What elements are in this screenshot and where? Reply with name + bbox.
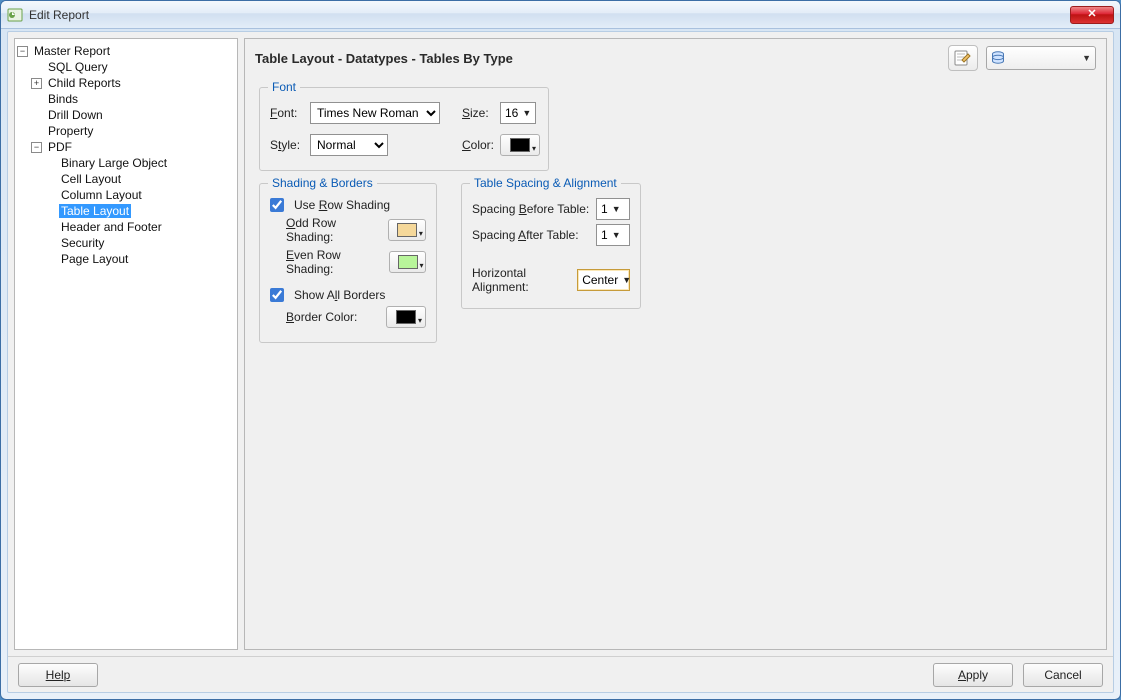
tree-item-cell-layout[interactable]: Cell Layout <box>17 171 235 187</box>
chevron-down-icon: ▾ <box>532 144 536 153</box>
apply-label: Apply <box>958 668 988 682</box>
tree-item-header-and-footer[interactable]: Header and Footer <box>17 219 235 235</box>
show-all-borders-label: Show All Borders <box>294 288 385 302</box>
style-select[interactable]: Normal <box>310 134 388 156</box>
group-legend: Font <box>268 80 300 94</box>
collapse-icon[interactable]: − <box>17 46 28 57</box>
size-value: 16 <box>505 106 518 120</box>
help-button[interactable]: Help <box>18 663 98 687</box>
tree-item-column-layout[interactable]: Column Layout <box>17 187 235 203</box>
spacing-after-label: Spacing After Table: <box>472 228 579 242</box>
right-pane-body: Font Font: Times New Roman <box>245 87 1106 349</box>
group-legend: Shading & Borders <box>268 176 377 190</box>
tree-label: Child Reports <box>46 76 123 90</box>
page-title: Table Layout - Datatypes - Tables By Typ… <box>255 51 940 66</box>
size-label: Size: <box>462 106 494 120</box>
tree-label: Binary Large Object <box>59 156 169 170</box>
window-title: Edit Report <box>29 8 1070 22</box>
horizontal-alignment-select[interactable]: Center ▼ <box>577 269 630 291</box>
client-area: − Master Report SQL Query <box>7 31 1114 693</box>
tree-label: PDF <box>46 140 74 154</box>
tree-item-page-layout[interactable]: Page Layout <box>17 251 235 267</box>
horizontal-alignment-label: Horizontal Alignment: <box>472 266 571 294</box>
connection-combo[interactable]: ▼ <box>986 46 1096 70</box>
spacing-after-select[interactable]: 1 ▼ <box>596 224 630 246</box>
window: Edit Report ✕ − Master Report <box>0 0 1121 700</box>
odd-row-shading-label: Odd Row Shading: <box>286 216 382 244</box>
tree-item-sql-query[interactable]: SQL Query <box>17 59 235 75</box>
right-pane-header: Table Layout - Datatypes - Tables By Typ… <box>245 39 1106 81</box>
tree-item-security[interactable]: Security <box>17 235 235 251</box>
odd-row-shading-button[interactable]: ▾ <box>388 219 426 241</box>
tree-pane: − Master Report SQL Query <box>14 38 238 650</box>
shading-borders-group: Shading & Borders Use Row Shading Odd Ro… <box>259 183 437 343</box>
chevron-down-icon: ▼ <box>612 204 621 214</box>
titlebar: Edit Report ✕ <box>1 1 1120 29</box>
group-legend: Table Spacing & Alignment <box>470 176 621 190</box>
horizontal-alignment-value: Center <box>582 273 618 287</box>
tree-item-table-layout[interactable]: Table Layout <box>17 203 235 219</box>
font-color-button[interactable]: ▾ <box>500 134 540 156</box>
font-group: Font Font: Times New Roman <box>259 87 549 171</box>
chevron-down-icon: ▼ <box>612 230 621 240</box>
tree-label: Cell Layout <box>59 172 123 186</box>
tree-item-binary-large-object[interactable]: Binary Large Object <box>17 155 235 171</box>
help-label: Help <box>46 668 71 682</box>
spacing-before-label: Spacing Before Table: <box>472 202 589 216</box>
chevron-down-icon: ▼ <box>522 108 531 118</box>
tree-item-binds[interactable]: Binds <box>17 91 235 107</box>
tree-item-property[interactable]: Property <box>17 123 235 139</box>
sheet-pencil-icon <box>954 50 972 66</box>
tree-label: Master Report <box>32 44 112 58</box>
tree-label: Security <box>59 236 106 250</box>
chevron-down-icon: ▼ <box>1082 53 1091 63</box>
database-icon <box>991 51 1005 65</box>
show-all-borders-checkbox[interactable] <box>270 288 284 302</box>
border-color-label: Border Color: <box>286 310 357 324</box>
panes: − Master Report SQL Query <box>8 32 1113 656</box>
even-row-shading-label: Even Row Shading: <box>286 248 383 276</box>
cancel-label: Cancel <box>1044 668 1081 682</box>
expand-icon[interactable]: + <box>31 78 42 89</box>
tree-label: SQL Query <box>46 60 110 74</box>
tree-label: Drill Down <box>46 108 105 122</box>
tree-label: Header and Footer <box>59 220 164 234</box>
spacing-before-value: 1 <box>601 202 608 216</box>
use-row-shading-checkbox[interactable] <box>270 198 284 212</box>
tree-label: Column Layout <box>59 188 144 202</box>
button-bar: Help Apply Cancel <box>8 656 1113 692</box>
tree-label: Binds <box>46 92 80 106</box>
collapse-icon[interactable]: − <box>31 142 42 153</box>
font-select[interactable]: Times New Roman <box>310 102 440 124</box>
chevron-down-icon: ▾ <box>418 316 422 325</box>
cancel-button[interactable]: Cancel <box>1023 663 1103 687</box>
spacing-alignment-group: Table Spacing & Alignment Spacing Before… <box>461 183 641 309</box>
apply-button[interactable]: Apply <box>933 663 1013 687</box>
spacing-after-value: 1 <box>601 228 608 242</box>
tree-label: Page Layout <box>59 252 130 266</box>
border-color-button[interactable]: ▾ <box>386 306 426 328</box>
window-close-button[interactable]: ✕ <box>1070 6 1114 24</box>
tree-item-child-reports[interactable]: + Child Reports <box>17 75 235 91</box>
tree: − Master Report SQL Query <box>17 43 235 267</box>
right-pane: Table Layout - Datatypes - Tables By Typ… <box>244 38 1107 650</box>
style-label: Style: <box>270 138 304 152</box>
chevron-down-icon: ▾ <box>419 229 423 238</box>
edit-sheet-button[interactable] <box>948 45 978 71</box>
even-row-shading-button[interactable]: ▾ <box>389 251 426 273</box>
use-row-shading-label: Use Row Shading <box>294 198 390 212</box>
font-label: Font: <box>270 106 304 120</box>
spacing-before-select[interactable]: 1 ▼ <box>596 198 630 220</box>
color-label: Color: <box>462 138 494 152</box>
close-icon: ✕ <box>1087 9 1096 20</box>
size-select[interactable]: 16 ▼ <box>500 102 536 124</box>
tree-item-pdf[interactable]: − PDF <box>17 139 235 155</box>
tree-label: Table Layout <box>59 204 131 218</box>
tree-label: Property <box>46 124 95 138</box>
tree-item-drill-down[interactable]: Drill Down <box>17 107 235 123</box>
chevron-down-icon: ▼ <box>622 275 631 285</box>
app-icon <box>7 7 23 23</box>
chevron-down-icon: ▾ <box>420 261 424 270</box>
tree-item-master-report[interactable]: − Master Report <box>17 43 235 59</box>
